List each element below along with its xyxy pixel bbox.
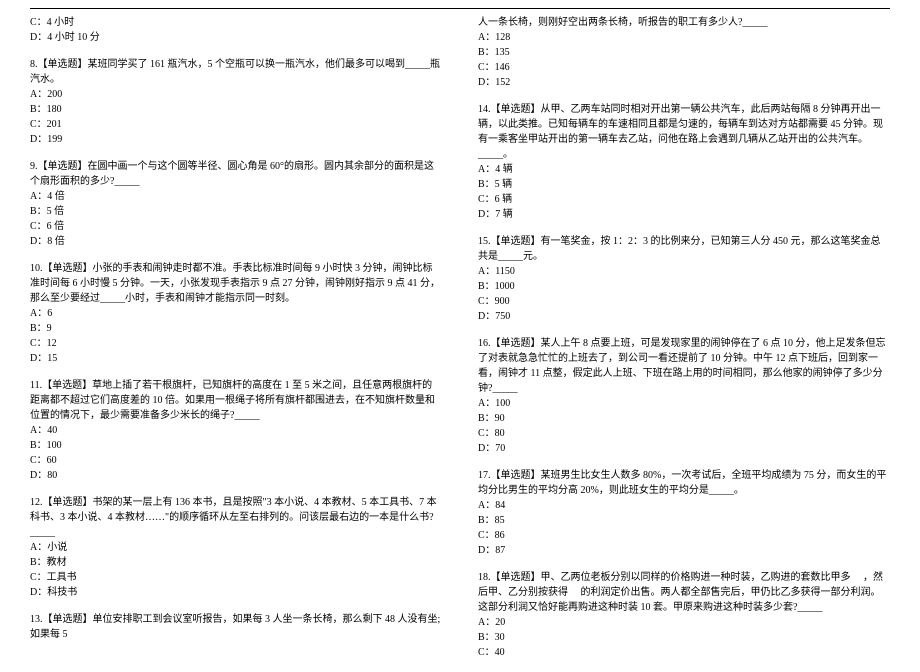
option-c: C：6 辆 [478, 192, 890, 207]
question-stem: 17.【单选题】某班男生比女生人数多 80%，一次考试后，全班平均成绩为 75 … [478, 468, 890, 498]
option-d: D：199 [30, 132, 442, 147]
question-18: 18.【单选题】甲、乙两位老板分别以同样的价格购进一种时装，乙购进的套数比甲多 … [478, 570, 890, 660]
option-b: B：教材 [30, 555, 442, 570]
right-column: 人一条长椅，则刚好空出两条长椅，听报告的职工有多少人?_____ A：128 B… [460, 15, 890, 672]
option-c: C：4 小时 [30, 15, 442, 30]
question-13-cont: 人一条长椅，则刚好空出两条长椅，听报告的职工有多少人?_____ A：128 B… [478, 15, 890, 90]
question-16: 16.【单选题】某人上午 8 点要上班，可是发现家里的闹钟停在了 6 点 10 … [478, 336, 890, 456]
horizontal-rule [30, 8, 890, 9]
question-9: 9.【单选题】在圆中画一个与这个圆等半径、圆心角是 60°的扇形。圆内其余部分的… [30, 159, 442, 249]
option-c: C：6 倍 [30, 219, 442, 234]
option-a: A：1150 [478, 264, 890, 279]
option-c: C：900 [478, 294, 890, 309]
option-c: C：201 [30, 117, 442, 132]
question-7-tail: C：4 小时 D：4 小时 10 分 [30, 15, 442, 45]
option-b: B：100 [30, 438, 442, 453]
option-c: C：80 [478, 426, 890, 441]
option-d: D：15 [30, 351, 442, 366]
question-14: 14.【单选题】从甲、乙两车站同时相对开出第一辆公共汽车，此后两站每隔 8 分钟… [478, 102, 890, 222]
question-10: 10.【单选题】小张的手表和闹钟走时都不准。手表比标准时间每 9 小时快 3 分… [30, 261, 442, 366]
option-b: B：1000 [478, 279, 890, 294]
option-a: A：40 [30, 423, 442, 438]
option-d: D：152 [478, 75, 890, 90]
option-b: B：5 辆 [478, 177, 890, 192]
option-b: B：90 [478, 411, 890, 426]
option-a: A：小说 [30, 540, 442, 555]
option-c: C：工具书 [30, 570, 442, 585]
option-d: D：7 辆 [478, 207, 890, 222]
question-stem-cont: 人一条长椅，则刚好空出两条长椅，听报告的职工有多少人?_____ [478, 15, 890, 30]
question-13-start: 13.【单选题】单位安排职工到会议室听报告，如果每 3 人坐一条长椅，那么剩下 … [30, 612, 442, 642]
option-b: B：85 [478, 513, 890, 528]
option-a: A：84 [478, 498, 890, 513]
option-a: A：4 辆 [478, 162, 890, 177]
option-c: C：12 [30, 336, 442, 351]
option-d: D：750 [478, 309, 890, 324]
question-stem: 13.【单选题】单位安排职工到会议室听报告，如果每 3 人坐一条长椅，那么剩下 … [30, 612, 442, 642]
question-stem: 18.【单选题】甲、乙两位老板分别以同样的价格购进一种时装，乙购进的套数比甲多 … [478, 570, 890, 615]
option-c: C：40 [478, 645, 890, 660]
question-stem: 11.【单选题】草地上插了若干根旗杆，已知旗杆的高度在 1 至 5 米之间，且任… [30, 378, 442, 423]
option-d: D：70 [478, 441, 890, 456]
question-12: 12.【单选题】书架的某一层上有 136 本书，且是按照"3 本小说、4 本教材… [30, 495, 442, 600]
option-a: A：128 [478, 30, 890, 45]
option-a: A：6 [30, 306, 442, 321]
left-column: C：4 小时 D：4 小时 10 分 8.【单选题】某班同学买了 161 瓶汽水… [30, 15, 460, 672]
option-c: C：86 [478, 528, 890, 543]
option-b: B：180 [30, 102, 442, 117]
question-stem: 9.【单选题】在圆中画一个与这个圆等半径、圆心角是 60°的扇形。圆内其余部分的… [30, 159, 442, 189]
option-b: B：30 [478, 630, 890, 645]
option-d: D：4 小时 10 分 [30, 30, 442, 45]
question-17: 17.【单选题】某班男生比女生人数多 80%，一次考试后，全班平均成绩为 75 … [478, 468, 890, 558]
question-stem: 14.【单选题】从甲、乙两车站同时相对开出第一辆公共汽车，此后两站每隔 8 分钟… [478, 102, 890, 162]
option-d: D：科技书 [30, 585, 442, 600]
option-a: A：100 [478, 396, 890, 411]
question-stem: 12.【单选题】书架的某一层上有 136 本书，且是按照"3 本小说、4 本教材… [30, 495, 442, 540]
question-stem: 8.【单选题】某班同学买了 161 瓶汽水，5 个空瓶可以换一瓶汽水，他们最多可… [30, 57, 442, 87]
option-b: B：9 [30, 321, 442, 336]
option-b: B：5 倍 [30, 204, 442, 219]
question-15: 15.【单选题】有一笔奖金，按 1：2：3 的比例来分，已知第三人分 450 元… [478, 234, 890, 324]
option-c: C：60 [30, 453, 442, 468]
option-d: D：8 倍 [30, 234, 442, 249]
option-d: D：87 [478, 543, 890, 558]
question-11: 11.【单选题】草地上插了若干根旗杆，已知旗杆的高度在 1 至 5 米之间，且任… [30, 378, 442, 483]
question-stem: 10.【单选题】小张的手表和闹钟走时都不准。手表比标准时间每 9 小时快 3 分… [30, 261, 442, 306]
page-content: C：4 小时 D：4 小时 10 分 8.【单选题】某班同学买了 161 瓶汽水… [0, 15, 920, 672]
option-c: C：146 [478, 60, 890, 75]
option-a: A：200 [30, 87, 442, 102]
option-b: B：135 [478, 45, 890, 60]
option-d: D：80 [30, 468, 442, 483]
option-a: A：20 [478, 615, 890, 630]
question-8: 8.【单选题】某班同学买了 161 瓶汽水，5 个空瓶可以换一瓶汽水，他们最多可… [30, 57, 442, 147]
option-a: A：4 倍 [30, 189, 442, 204]
question-stem: 15.【单选题】有一笔奖金，按 1：2：3 的比例来分，已知第三人分 450 元… [478, 234, 890, 264]
question-stem: 16.【单选题】某人上午 8 点要上班，可是发现家里的闹钟停在了 6 点 10 … [478, 336, 890, 396]
